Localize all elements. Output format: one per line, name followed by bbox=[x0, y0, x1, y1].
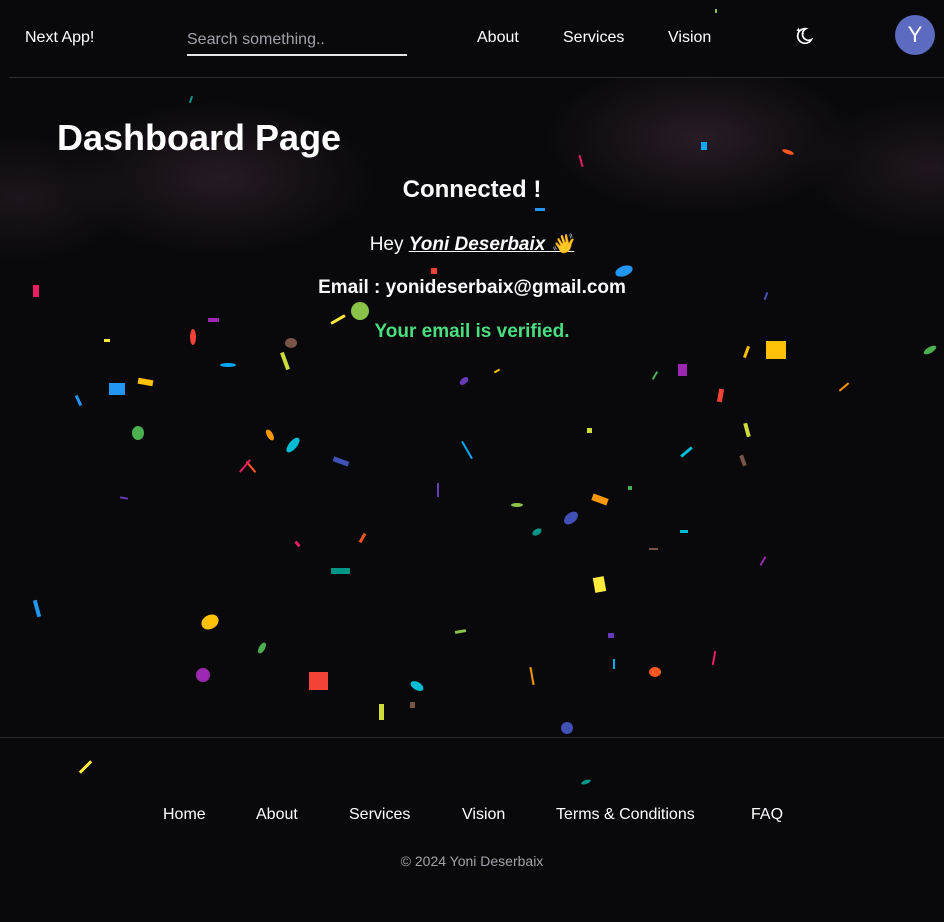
confetti-piece bbox=[109, 383, 125, 395]
confetti-piece bbox=[592, 576, 607, 593]
moon-stars-icon[interactable] bbox=[793, 25, 815, 47]
email-label: Email : bbox=[318, 277, 381, 298]
brand-logo[interactable]: Next App! bbox=[25, 29, 94, 47]
footer-link-home[interactable]: Home bbox=[163, 806, 206, 824]
confetti-piece bbox=[286, 437, 300, 453]
confetti-piece bbox=[220, 363, 236, 367]
site-footer: Home About Services Vision Terms & Condi… bbox=[0, 737, 944, 922]
email-verified-message: Your email is verified. bbox=[374, 321, 570, 342]
confetti-piece bbox=[711, 650, 717, 666]
confetti-piece bbox=[331, 568, 350, 574]
confetti-piece bbox=[532, 528, 542, 536]
confetti-piece bbox=[294, 540, 301, 548]
confetti-piece bbox=[766, 341, 786, 359]
top-navbar: Next App! About Services Vision Y bbox=[9, 0, 944, 78]
user-avatar[interactable]: Y bbox=[895, 15, 935, 55]
confetti-piece bbox=[245, 460, 257, 474]
confetti-piece bbox=[201, 614, 219, 630]
confetti-piece bbox=[564, 511, 578, 525]
footer-link-terms[interactable]: Terms & Conditions bbox=[556, 806, 695, 824]
confetti-piece bbox=[608, 633, 614, 638]
search-input[interactable] bbox=[187, 26, 407, 56]
confetti-piece bbox=[578, 154, 584, 168]
confetti-piece bbox=[266, 429, 274, 441]
wave-icon: 👋 bbox=[550, 234, 575, 255]
email-value: yonideserbaix@gmail.com bbox=[385, 277, 626, 298]
confetti-piece bbox=[410, 681, 424, 691]
confetti-piece bbox=[628, 486, 632, 490]
confetti-piece bbox=[358, 532, 367, 544]
footer-link-services[interactable]: Services bbox=[349, 806, 410, 824]
confetti-piece bbox=[782, 149, 794, 155]
confetti-piece bbox=[196, 668, 210, 682]
confetti-piece bbox=[188, 95, 194, 104]
confetti-piece bbox=[591, 493, 609, 506]
confetti-piece bbox=[410, 702, 415, 708]
confetti-piece bbox=[511, 503, 523, 507]
confetti-piece bbox=[431, 268, 437, 274]
confetti-piece bbox=[716, 388, 725, 403]
greeting: Hey Yoni Deserbaix 👋 bbox=[0, 232, 944, 256]
confetti-piece bbox=[454, 629, 467, 634]
footer-link-about[interactable]: About bbox=[256, 806, 298, 824]
user-name-text: Yoni Deserbaix bbox=[408, 234, 546, 255]
confetti-piece bbox=[351, 302, 369, 320]
confetti-piece bbox=[923, 345, 937, 355]
confetti-piece bbox=[759, 556, 767, 566]
confetti-piece bbox=[535, 208, 545, 211]
confetti-piece bbox=[119, 496, 129, 500]
footer-link-faq[interactable]: FAQ bbox=[751, 806, 783, 824]
confetti-piece bbox=[651, 371, 659, 380]
confetti-piece bbox=[437, 483, 439, 497]
footer-link-vision[interactable]: Vision bbox=[462, 806, 505, 824]
confetti-piece bbox=[561, 722, 573, 734]
confetti-piece bbox=[680, 530, 688, 533]
confetti-piece bbox=[743, 345, 750, 359]
confetti-piece bbox=[459, 377, 469, 385]
confetti-piece bbox=[743, 422, 751, 438]
confetti-piece bbox=[529, 666, 535, 686]
confetti-piece bbox=[649, 548, 658, 550]
nav-vision[interactable]: Vision bbox=[668, 29, 711, 47]
confetti-piece bbox=[379, 704, 384, 720]
confetti-piece bbox=[32, 599, 42, 618]
copyright: © 2024 Yoni Deserbaix bbox=[400, 853, 544, 869]
user-name: Yoni Deserbaix 👋 bbox=[409, 234, 575, 255]
confetti-piece bbox=[587, 428, 592, 433]
page-title: Dashboard Page bbox=[57, 117, 342, 158]
confetti-piece bbox=[132, 426, 144, 440]
confetti-piece bbox=[613, 659, 615, 669]
confetti-piece bbox=[838, 382, 850, 392]
greeting-prefix: Hey bbox=[369, 234, 404, 255]
confetti-piece bbox=[493, 368, 501, 374]
confetti-piece bbox=[461, 440, 473, 460]
confetti-piece bbox=[239, 459, 251, 473]
confetti-piece bbox=[678, 364, 687, 376]
confetti-piece bbox=[309, 672, 328, 690]
connection-status: Connected ! bbox=[402, 176, 542, 203]
confetti-piece bbox=[701, 142, 707, 150]
nav-services[interactable]: Services bbox=[563, 29, 624, 47]
confetti-piece bbox=[332, 456, 350, 467]
confetti-piece bbox=[649, 667, 661, 677]
email-line: Email : yonideserbaix@gmail.com bbox=[0, 277, 944, 299]
confetti-piece bbox=[258, 642, 266, 654]
confetti-piece bbox=[74, 394, 83, 407]
confetti-piece bbox=[280, 351, 290, 371]
confetti-piece bbox=[680, 446, 693, 458]
confetti-piece bbox=[739, 454, 747, 467]
confetti-piece bbox=[137, 377, 154, 387]
nav-about[interactable]: About bbox=[477, 29, 519, 47]
